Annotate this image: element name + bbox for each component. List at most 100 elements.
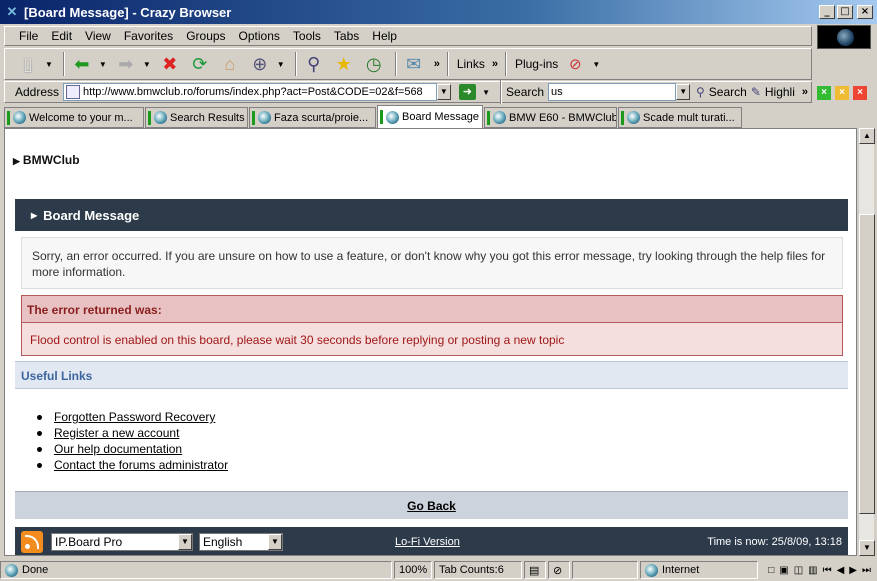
contact-admin-link[interactable]: Contact the forums administrator [54,458,228,472]
menu-groups[interactable]: Groups [186,29,225,43]
crazy-browser-icon: ✕ [6,4,18,19]
forward-icon[interactable]: ➡ [113,51,139,77]
search-label: Search [506,85,545,99]
language-select[interactable]: English ▼ [199,533,283,551]
page-icon [66,85,81,99]
favorites-star-icon[interactable]: ★ [331,51,357,77]
vertical-scrollbar[interactable]: ▲ ▼ [858,128,875,556]
forgot-password-link[interactable]: Forgotten Password Recovery [54,410,215,424]
menu-file[interactable]: File [19,29,38,43]
list-item: Register a new account [37,425,228,441]
list-item: Forgotten Password Recovery [37,409,228,425]
menu-favorites[interactable]: Favorites [124,29,173,43]
tab-search-results[interactable]: Search Results [145,107,248,128]
go-button[interactable]: ➜ [458,84,477,100]
zoom-dropdown-arrow[interactable]: ▼ [277,60,285,69]
refresh-icon[interactable]: ⟳ [187,51,213,77]
links-chevron[interactable]: » [492,58,498,70]
tab-bar: Welcome to your m... Search Results Faza… [4,105,873,128]
menu-view[interactable]: View [85,29,111,43]
forum-footer: IP.Board Pro ▼ English ▼ Lo-Fi Version Tim… [15,527,848,555]
search-dropdown[interactable]: ▼ [676,84,690,100]
scroll-up-button[interactable]: ▲ [859,128,875,144]
page-viewport: ▶ BMWClub ▶ Board Message Sorry, an error… [4,128,857,556]
close-all-icon[interactable]: × [853,86,867,100]
globe-icon [645,563,658,577]
error-box: The error returned was: Flood control is… [21,295,843,356]
arrow-icon: ▶ [31,210,38,220]
last-tab-icon[interactable]: ⏭ [862,565,871,576]
expand-icon: ▶ [13,156,20,166]
flash-plugin-icon[interactable]: ⊘ [562,51,588,77]
cascade-icon[interactable]: ▣ [779,565,788,576]
links-label[interactable]: Links [457,57,485,71]
go-back-button[interactable]: Go Back [15,491,848,519]
site-name[interactable]: ▶ BMWClub [13,153,80,167]
scroll-thumb[interactable] [859,214,875,514]
close-button[interactable]: × [857,5,873,19]
tab-scade-mult[interactable]: Scade mult turati... [618,107,742,128]
security-icon[interactable]: ⊘ [548,561,570,579]
close-others-icon[interactable]: × [835,86,849,100]
close-tab-icon[interactable]: × [817,86,831,100]
stop-icon[interactable]: ✖ [157,51,183,77]
back-dropdown-arrow[interactable]: ▼ [99,60,107,69]
plugins-label[interactable]: Plug-ins [515,57,558,71]
ie-page-icon [258,111,271,124]
plugins-dropdown-arrow[interactable]: ▼ [592,60,600,69]
skin-select[interactable]: IP.Board Pro ▼ [51,533,193,551]
security-zone: Internet [640,561,758,579]
url-dropdown[interactable]: ▼ [436,84,451,100]
error-title: The error returned was: [22,296,842,323]
highlight-icon[interactable]: ✎ [751,85,761,99]
chevron-down-icon: ▼ [178,534,192,550]
toolbar-overflow-chevron[interactable]: » [434,58,440,70]
status-controls: □ ▣ ◫ ▥ ⏮ ◀ ▶ ⏭ [768,565,871,576]
history-icon[interactable]: ◷ [361,51,387,77]
menu-tools[interactable]: Tools [293,29,321,43]
help-docs-link[interactable]: Our help documentation [54,442,182,456]
search-input[interactable]: us [548,83,677,101]
zoom-icon[interactable]: ⊕ [247,51,273,77]
search-icon[interactable]: ⚲ [301,51,327,77]
title-bar: ✕ [Board Message] - Crazy Browser _ □ × [0,0,877,24]
new-dropdown-arrow[interactable]: ▼ [45,60,53,69]
tab-board-message[interactable]: Board Message [377,105,483,128]
home-icon[interactable]: ⌂ [217,51,243,77]
globe-icon [837,29,854,46]
url-input[interactable]: http://www.bmwclub.ro/forums/index.php?a… [63,83,437,101]
scroll-down-button[interactable]: ▼ [859,540,875,556]
rss-icon[interactable] [21,531,43,553]
next-tab-icon[interactable]: ▶ [849,565,857,576]
tab-welcome[interactable]: Welcome to your m... [4,107,144,128]
tile-vertical-icon[interactable]: ▥ [808,565,817,576]
popup-blocker-icon[interactable]: ▤ [524,561,546,579]
menu-edit[interactable]: Edit [51,29,72,43]
forward-dropdown-arrow[interactable]: ▼ [143,60,151,69]
zoom-level[interactable]: 100% [394,561,432,579]
address-overflow-chevron[interactable]: » [802,86,808,98]
menu-help[interactable]: Help [372,29,397,43]
tab-bmw-e60[interactable]: BMW E60 - BMWClub [484,107,617,128]
error-message: Flood control is enabled on this board, … [30,333,565,347]
restore-icon[interactable]: □ [768,565,774,576]
lofi-link[interactable]: Lo-Fi Version [395,536,460,548]
search-button[interactable]: Search [709,85,747,99]
tab-count: Tab Counts:6 [434,561,522,579]
go-dropdown-arrow[interactable]: ▼ [482,88,490,97]
back-icon[interactable]: ⬅ [69,51,95,77]
search-go-icon[interactable]: ⚲ [696,85,705,99]
mail-icon[interactable]: ✉ [401,51,427,77]
tile-icon[interactable]: ◫ [794,565,803,576]
maximize-button[interactable]: □ [837,5,853,19]
new-page-icon[interactable]: ▯ [15,51,41,77]
prev-tab-icon[interactable]: ◀ [837,565,845,576]
menu-options[interactable]: Options [239,29,280,43]
tab-faza-scurta[interactable]: Faza scurta/proie... [249,107,376,128]
minimize-button[interactable]: _ [819,5,835,19]
first-tab-icon[interactable]: ⏮ [823,565,832,576]
register-link[interactable]: Register a new account [54,426,179,440]
ie-page-icon [13,111,26,124]
menu-tabs[interactable]: Tabs [334,29,359,43]
highlight-button[interactable]: Highli [765,85,795,99]
